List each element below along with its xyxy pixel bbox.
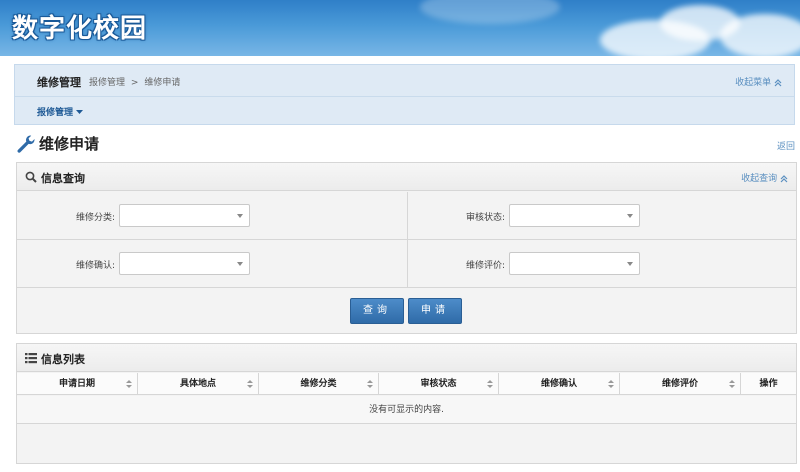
collapse-query-button[interactable]: 收起查询 — [741, 171, 788, 184]
double-chevron-up-icon — [780, 174, 788, 182]
column-header-label: 具体地点 — [179, 379, 216, 389]
repair-rating-select[interactable] — [509, 252, 640, 275]
header-banner: 数字化校园 — [0, 0, 800, 56]
double-chevron-up-icon — [774, 78, 782, 86]
apply-button[interactable]: 申请 — [408, 298, 462, 324]
column-divider — [407, 240, 408, 287]
caret-down-icon — [627, 262, 633, 266]
wrench-icon — [17, 135, 35, 153]
column-header-label: 维修确认 — [540, 379, 577, 389]
column-header-label: 申请日期 — [58, 379, 95, 389]
query-panel-title: 信息查询 — [41, 172, 85, 185]
cloud-decoration — [720, 14, 800, 56]
sort-icon — [487, 380, 493, 388]
repair-category-label: 维修分类: — [75, 213, 115, 223]
caret-down-icon — [627, 214, 633, 218]
collapse-query-label: 收起查询 — [741, 174, 778, 184]
query-panel: 信息查询 收起查询 维修分类: 审核状态: 维修确认: 维修评价: 查询 申请 — [16, 162, 797, 334]
repair-category-select[interactable] — [119, 204, 250, 227]
collapse-menu-label: 收起菜单 — [735, 78, 772, 88]
column-header-repair-rating[interactable]: 维修评价 — [620, 373, 741, 395]
submenu-label: 报修管理 — [37, 108, 74, 118]
app-logo[interactable]: 数字化校园 — [12, 8, 147, 45]
column-header-repair-confirm[interactable]: 维修确认 — [499, 373, 620, 395]
column-header-apply-date[interactable]: 申请日期 — [17, 373, 138, 395]
page-title: 维修申请 — [39, 135, 100, 153]
column-header-label: 维修评价 — [661, 379, 698, 389]
search-button[interactable]: 查询 — [350, 298, 404, 324]
form-row: 维修分类: 审核状态: — [17, 192, 796, 240]
breadcrumb-item: 维修申请 — [144, 78, 181, 88]
review-status-select[interactable] — [509, 204, 640, 227]
column-header-review-status[interactable]: 审核状态 — [379, 373, 499, 395]
breadcrumb-item[interactable]: 报修管理 — [89, 78, 125, 88]
back-link[interactable]: 返回 — [777, 139, 795, 152]
submenu-dropdown[interactable]: 报修管理 — [37, 105, 84, 118]
repair-rating-label: 维修评价: — [465, 261, 505, 271]
caret-down-icon — [76, 110, 84, 114]
collapse-menu-button[interactable]: 收起菜单 — [735, 75, 782, 88]
top-nav: 维修管理 报修管理 > 维修申请 收起菜单 报修管理 — [14, 64, 795, 125]
review-status-label: 审核状态: — [465, 213, 505, 223]
table-header: 申请日期 具体地点 维修分类 审核状态 维修确认 维修评价 操作 — [17, 373, 796, 395]
sort-icon — [126, 380, 132, 388]
column-header-location[interactable]: 具体地点 — [138, 373, 259, 395]
nav-title: 维修管理 — [37, 76, 81, 89]
empty-table-message: 没有可显示的内容. — [17, 396, 796, 424]
list-panel-header: 信息列表 — [17, 344, 796, 372]
column-divider — [407, 192, 408, 239]
repair-confirm-label: 维修确认: — [75, 261, 115, 271]
list-panel-title: 信息列表 — [41, 353, 85, 366]
sort-icon — [247, 380, 253, 388]
column-header-actions: 操作 — [759, 379, 778, 389]
sort-icon — [729, 380, 735, 388]
breadcrumb: 报修管理 > 维修申请 — [89, 75, 183, 88]
caret-down-icon — [237, 262, 243, 266]
caret-down-icon — [237, 214, 243, 218]
breadcrumb-separator: > — [130, 78, 139, 88]
list-icon — [25, 353, 37, 364]
sort-icon — [367, 380, 373, 388]
column-header-label: 审核状态 — [420, 379, 457, 389]
form-row: 维修确认: 维修评价: — [17, 240, 796, 288]
search-icon — [25, 171, 37, 183]
sort-icon — [608, 380, 614, 388]
query-panel-header: 信息查询 收起查询 — [17, 163, 796, 191]
repair-confirm-select[interactable] — [119, 252, 250, 275]
list-panel: 信息列表 申请日期 具体地点 维修分类 审核状态 维修确认 维修评价 操作 没有… — [16, 343, 797, 464]
column-header-label: 维修分类 — [300, 379, 337, 389]
nav-header: 维修管理 报修管理 > 维修申请 收起菜单 — [15, 65, 794, 97]
cloud-decoration — [420, 0, 560, 24]
column-header-category[interactable]: 维修分类 — [259, 373, 379, 395]
